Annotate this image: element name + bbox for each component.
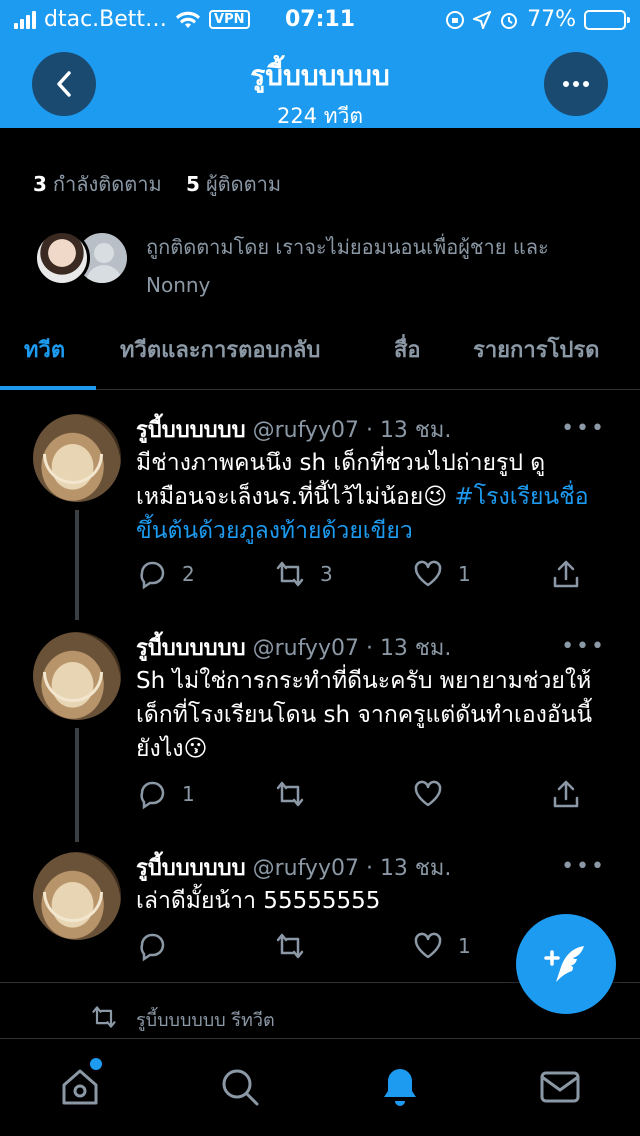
like-button[interactable]: 1 — [412, 930, 471, 962]
feather-plus-icon — [544, 946, 584, 982]
more-options-button[interactable] — [544, 52, 608, 116]
retweet-icon — [92, 1006, 116, 1028]
tweet-more-button[interactable]: ••• — [561, 634, 606, 659]
status-bar: dtac.Bett… VPN 07:11 77% — [0, 0, 640, 40]
followed-by-text: ถูกติดตามโดย เราจะไม่ยอมนอนเพื่อผู้ชาย แ… — [146, 235, 549, 297]
reply-button[interactable]: 1 — [136, 778, 195, 810]
tweet-text: มีช่างภาพคนนึง sh เด็กที่ชวนไปถ่ายรูป ดู… — [136, 450, 589, 544]
bottom-tab-bar — [0, 1038, 640, 1136]
tab-tweets[interactable]: ทวีต — [24, 332, 65, 367]
retweet-button[interactable]: 3 — [274, 558, 333, 590]
tab-likes[interactable]: รายการโปรด — [473, 332, 599, 367]
author-handle: @rufyy07 · 13 ชม. — [252, 636, 452, 661]
mail-icon — [540, 1071, 580, 1103]
search-icon — [222, 1069, 259, 1106]
tweet-more-button[interactable]: ••• — [561, 416, 606, 441]
author-handle: @rufyy07 · 13 ชม. — [252, 856, 452, 881]
top-header: dtac.Bett… VPN 07:11 77% รูบี้บบบบบบ 224… — [0, 0, 640, 128]
reply-icon — [140, 933, 165, 962]
notifications-tab[interactable] — [378, 1065, 422, 1109]
reply-icon — [140, 781, 165, 810]
messages-tab[interactable] — [538, 1065, 582, 1109]
retweet-icon — [276, 781, 304, 807]
tweet[interactable]: รูบี้บบบบบบ @rufyy07 · 13 ชม. ••• Sh ไม่… — [0, 630, 640, 820]
follow-stats: 3 กำลังติดตาม 5 ผู้ติดตาม — [33, 168, 281, 200]
tweet-count: 224 ทวีต — [276, 104, 364, 128]
share-icon — [553, 780, 579, 808]
heart-icon — [414, 780, 442, 807]
follower-avatar — [34, 230, 90, 286]
ellipsis-icon — [563, 81, 589, 87]
tweet-text: เล่าดีมั้ยน้าา 55555555 — [136, 888, 381, 914]
search-tab[interactable] — [218, 1065, 262, 1109]
heart-icon — [414, 932, 442, 959]
header-title-block: รูบี้บบบบบบ 224 ทวีต — [0, 54, 640, 133]
retweet-notice-text: รูบี้บบบบบบ รีทวีต — [136, 1010, 275, 1031]
retweet-button[interactable] — [274, 930, 320, 962]
tab-media[interactable]: สื่อ — [394, 332, 421, 367]
tweet-more-button[interactable]: ••• — [561, 854, 606, 879]
battery-icon — [584, 9, 630, 30]
retweet-icon — [276, 933, 304, 959]
like-button[interactable]: 1 — [412, 558, 471, 590]
screen-rotation-lock-icon — [446, 10, 465, 29]
profile-tabs: ทวีต ทวีตและการตอบกลับ สื่อ รายการโปรด — [0, 312, 640, 390]
reply-icon — [140, 561, 165, 590]
followers-link[interactable]: 5 ผู้ติดตาม — [186, 172, 281, 196]
home-icon — [62, 1069, 98, 1105]
share-button[interactable] — [550, 558, 582, 590]
share-icon — [553, 560, 579, 588]
tweet-actions: 1 — [136, 778, 596, 812]
author-name: รูบี้บบบบบบ — [136, 418, 246, 443]
bell-icon — [384, 1069, 416, 1106]
author-name: รูบี้บบบบบบ — [136, 636, 246, 661]
compose-tweet-button[interactable] — [516, 914, 616, 1014]
tweet-text: Sh ไม่ใช่การกระทำที่ดีนะครับ พยายามช่วยใ… — [136, 668, 593, 762]
reply-button[interactable]: 2 — [136, 558, 195, 590]
followed-by-section[interactable]: ถูกติดตามโดย เราจะไม่ยอมนอนเพื่อผู้ชาย แ… — [34, 228, 614, 297]
location-icon — [473, 10, 492, 29]
battery-percent: 77% — [527, 7, 576, 32]
new-content-dot — [90, 1058, 102, 1070]
avatar[interactable] — [33, 414, 121, 502]
tweet-header: รูบี้บบบบบบ @rufyy07 · 13 ชม. — [136, 630, 451, 665]
tweet[interactable]: รูบี้บบบบบบ @rufyy07 · 13 ชม. ••• มีช่าง… — [0, 412, 640, 602]
author-name: รูบี้บบบบบบ — [136, 856, 246, 881]
alarm-icon — [501, 12, 518, 29]
retweet-icon — [276, 561, 304, 587]
author-handle: @rufyy07 · 13 ชม. — [252, 418, 452, 443]
heart-icon — [414, 560, 442, 587]
avatar[interactable] — [33, 632, 121, 720]
tab-tweets-and-replies[interactable]: ทวีตและการตอบกลับ — [120, 332, 320, 367]
like-button[interactable] — [412, 778, 458, 810]
share-button[interactable] — [550, 778, 582, 810]
home-tab[interactable] — [58, 1065, 102, 1109]
retweet-button[interactable] — [274, 778, 320, 810]
tweet-header: รูบี้บบบบบบ @rufyy07 · 13 ชม. — [136, 412, 451, 447]
active-tab-indicator — [0, 386, 96, 390]
reply-button[interactable] — [136, 930, 182, 962]
tweet-header: รูบี้บบบบบบ @rufyy07 · 13 ชม. — [136, 850, 451, 885]
avatar[interactable] — [33, 852, 121, 940]
following-link[interactable]: 3 กำลังติดตาม — [33, 172, 162, 196]
tweet-actions: 2 3 1 — [136, 558, 596, 592]
